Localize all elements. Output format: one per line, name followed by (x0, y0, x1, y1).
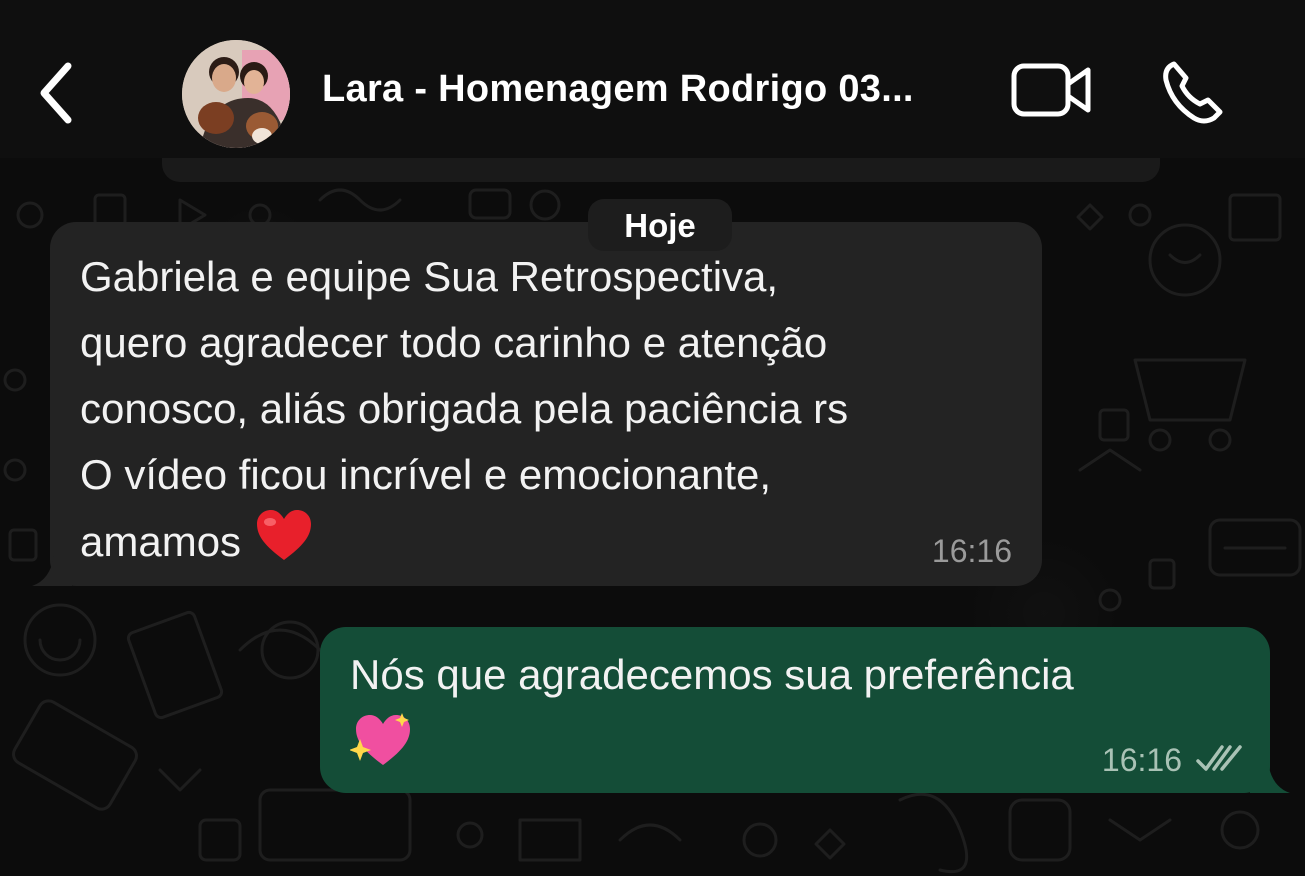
double-check-icon (1196, 745, 1242, 771)
message-line: Nós que agradecemos sua preferência (350, 651, 1074, 698)
bubble-tail (1250, 763, 1290, 793)
message-line-last: amamos (80, 508, 1030, 581)
message-time: 16:16 (931, 533, 1012, 569)
contact-name[interactable]: Lara - Homenagem Rodrigo 03... (322, 68, 992, 111)
chat-header: Lara - Homenagem Rodrigo 03... (0, 0, 1305, 158)
outgoing-message[interactable]: Nós que agradecemos sua preferência 16:1… (320, 627, 1290, 793)
voice-call-button[interactable] (1160, 58, 1230, 126)
message-text: Gabriela e equipe Sua Retrospectiva, que… (80, 244, 1030, 581)
incoming-message[interactable]: Gabriela e equipe Sua Retrospectiva, que… (32, 222, 1042, 586)
bubble-tail (32, 556, 72, 586)
message-line: quero agradecer todo carinho e atenção (80, 319, 828, 366)
video-call-button[interactable] (1010, 62, 1094, 118)
back-button[interactable] (30, 58, 90, 128)
message-time: 16:16 (1101, 742, 1182, 778)
phone-icon (1163, 61, 1223, 124)
avatar-photo (182, 40, 290, 148)
sparkling-heart-icon (349, 709, 412, 785)
message-line: amamos (80, 518, 242, 565)
date-separator: Hoje (588, 199, 732, 251)
message-line: conosco, aliás obrigada pela paciência r… (80, 385, 849, 432)
message-line: O vídeo ficou incrível e emocionante, (80, 451, 772, 498)
message-line: Gabriela e equipe Sua Retrospectiva, (80, 253, 779, 300)
chevron-left-icon (40, 62, 72, 124)
contact-avatar[interactable] (182, 40, 290, 148)
video-camera-icon (1011, 63, 1091, 117)
red-heart-icon (255, 508, 313, 581)
